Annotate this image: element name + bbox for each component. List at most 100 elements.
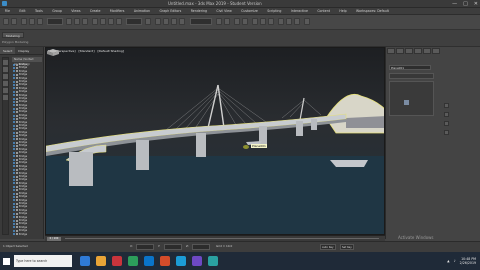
viewport-shading-mode[interactable]: [Default Shading] [97, 49, 123, 53]
visibility-icon[interactable] [13, 138, 15, 141]
maximize-button[interactable]: □ [463, 0, 468, 8]
visibility-icon[interactable] [13, 206, 15, 209]
visibility-icon[interactable] [13, 212, 15, 215]
visibility-icon[interactable] [13, 114, 15, 117]
visibility-icon[interactable] [13, 70, 15, 73]
visibility-icon[interactable] [13, 97, 15, 100]
align-icon[interactable] [224, 18, 230, 25]
visibility-icon[interactable] [13, 117, 15, 120]
mirror-icon[interactable] [216, 18, 222, 25]
region-select-icon[interactable] [82, 18, 88, 25]
visibility-icon[interactable] [13, 189, 15, 192]
visibility-icon[interactable] [13, 111, 15, 114]
select-object-icon[interactable] [66, 18, 72, 25]
visibility-icon[interactable] [13, 226, 15, 229]
visibility-icon[interactable] [13, 94, 15, 97]
tab-display[interactable]: Display [15, 47, 32, 54]
close-button[interactable]: ✕ [474, 0, 478, 8]
filter-lights-icon[interactable] [3, 74, 8, 79]
visibility-icon[interactable] [13, 219, 15, 222]
pin-stack-icon[interactable] [444, 103, 449, 108]
minimize-button[interactable]: — [452, 0, 457, 8]
coord-y-field[interactable] [164, 244, 182, 250]
visibility-icon[interactable] [13, 67, 15, 70]
render-setup-icon[interactable] [278, 18, 284, 25]
placement-icon[interactable] [116, 18, 122, 25]
taskbar-app-icon[interactable] [160, 256, 170, 266]
menu-interactive[interactable]: Interactive [286, 8, 313, 14]
visibility-icon[interactable] [13, 223, 15, 226]
menu-create[interactable]: Create [85, 8, 105, 14]
rotate-icon[interactable] [100, 18, 106, 25]
curve-editor-icon[interactable] [252, 18, 258, 25]
snap-toggle-icon[interactable] [155, 18, 161, 25]
menu-modifiers[interactable]: Modifiers [105, 8, 129, 14]
schematic-view-icon[interactable] [260, 18, 266, 25]
tab-select[interactable]: Select [0, 47, 16, 54]
menu-help[interactable]: Help [335, 8, 352, 14]
menu-civil-view[interactable]: Civil View [212, 8, 237, 14]
visibility-icon[interactable] [13, 162, 15, 165]
menu-edit[interactable]: Edit [15, 8, 31, 14]
column-header-name[interactable]: Name (Sorted Ascending) [12, 57, 42, 66]
visibility-icon[interactable] [13, 121, 15, 124]
menu-rendering[interactable]: Rendering [186, 8, 212, 14]
menu-file[interactable]: File [0, 8, 15, 14]
taskbar-app-icon[interactable] [176, 256, 186, 266]
undo-icon[interactable] [3, 18, 9, 25]
visibility-icon[interactable] [13, 80, 15, 83]
show-end-result-icon[interactable] [444, 112, 449, 117]
visibility-icon[interactable] [13, 104, 15, 107]
remove-modifier-icon[interactable] [444, 130, 449, 135]
menu-views[interactable]: Views [67, 8, 86, 14]
select-by-name-icon[interactable] [74, 18, 80, 25]
rendered-frame-icon[interactable] [286, 18, 292, 25]
pivot-center-icon[interactable] [145, 18, 151, 25]
auto-key-button[interactable]: Auto Key [320, 244, 336, 250]
filter-helpers-icon[interactable] [3, 88, 8, 93]
visibility-icon[interactable] [13, 73, 15, 76]
move-icon[interactable] [92, 18, 98, 25]
bind-space-warp-icon[interactable] [37, 18, 43, 25]
visibility-icon[interactable] [13, 202, 15, 205]
coord-z-field[interactable] [192, 244, 210, 250]
workspace-selector[interactable]: Workspaces: Default [351, 8, 393, 14]
visibility-icon[interactable] [13, 229, 15, 232]
taskbar-app-icon[interactable] [208, 256, 218, 266]
visibility-icon[interactable] [13, 148, 15, 151]
filter-cameras-icon[interactable] [3, 81, 8, 86]
menu-content[interactable]: Content [313, 8, 335, 14]
named-selection-dropdown[interactable] [190, 18, 212, 25]
taskbar-app-icon[interactable] [112, 256, 122, 266]
start-button[interactable] [0, 252, 12, 270]
render-cloud-icon[interactable] [304, 18, 310, 25]
hierarchy-tab-icon[interactable] [405, 48, 413, 54]
taskbar-clock[interactable]: 10:48 PM 2/26/2019 [460, 257, 476, 265]
menu-group[interactable]: Group [48, 8, 67, 14]
menu-customize[interactable]: Customize [236, 8, 262, 14]
visibility-icon[interactable] [13, 128, 15, 131]
display-tab-icon[interactable] [423, 48, 431, 54]
volume-icon[interactable]: ♪ [454, 259, 456, 263]
filter-spacewarps-icon[interactable] [3, 95, 8, 100]
render-production-icon[interactable] [294, 18, 300, 25]
visibility-icon[interactable] [13, 63, 15, 66]
visibility-icon[interactable] [13, 134, 15, 137]
reference-coordinate-dropdown[interactable] [126, 18, 142, 25]
list-item[interactable]: Bridge [12, 233, 42, 236]
scale-icon[interactable] [108, 18, 114, 25]
selection-filter-dropdown[interactable] [47, 18, 63, 25]
layer-explorer-icon[interactable] [234, 18, 240, 25]
percent-snap-icon[interactable] [171, 18, 177, 25]
visibility-icon[interactable] [13, 84, 15, 87]
link-icon[interactable] [21, 18, 27, 25]
unlink-icon[interactable] [29, 18, 35, 25]
visibility-icon[interactable] [13, 175, 15, 178]
perspective-viewport[interactable]: [+] [Perspective] [Standard] [Default Sh… [45, 47, 385, 235]
visibility-icon[interactable] [13, 233, 15, 236]
modifier-stack[interactable] [389, 81, 434, 116]
menu-graph-editors[interactable]: Graph Editors [155, 8, 186, 14]
visibility-icon[interactable] [13, 145, 15, 148]
taskbar-app-icon[interactable] [144, 256, 154, 266]
visibility-icon[interactable] [13, 195, 15, 198]
